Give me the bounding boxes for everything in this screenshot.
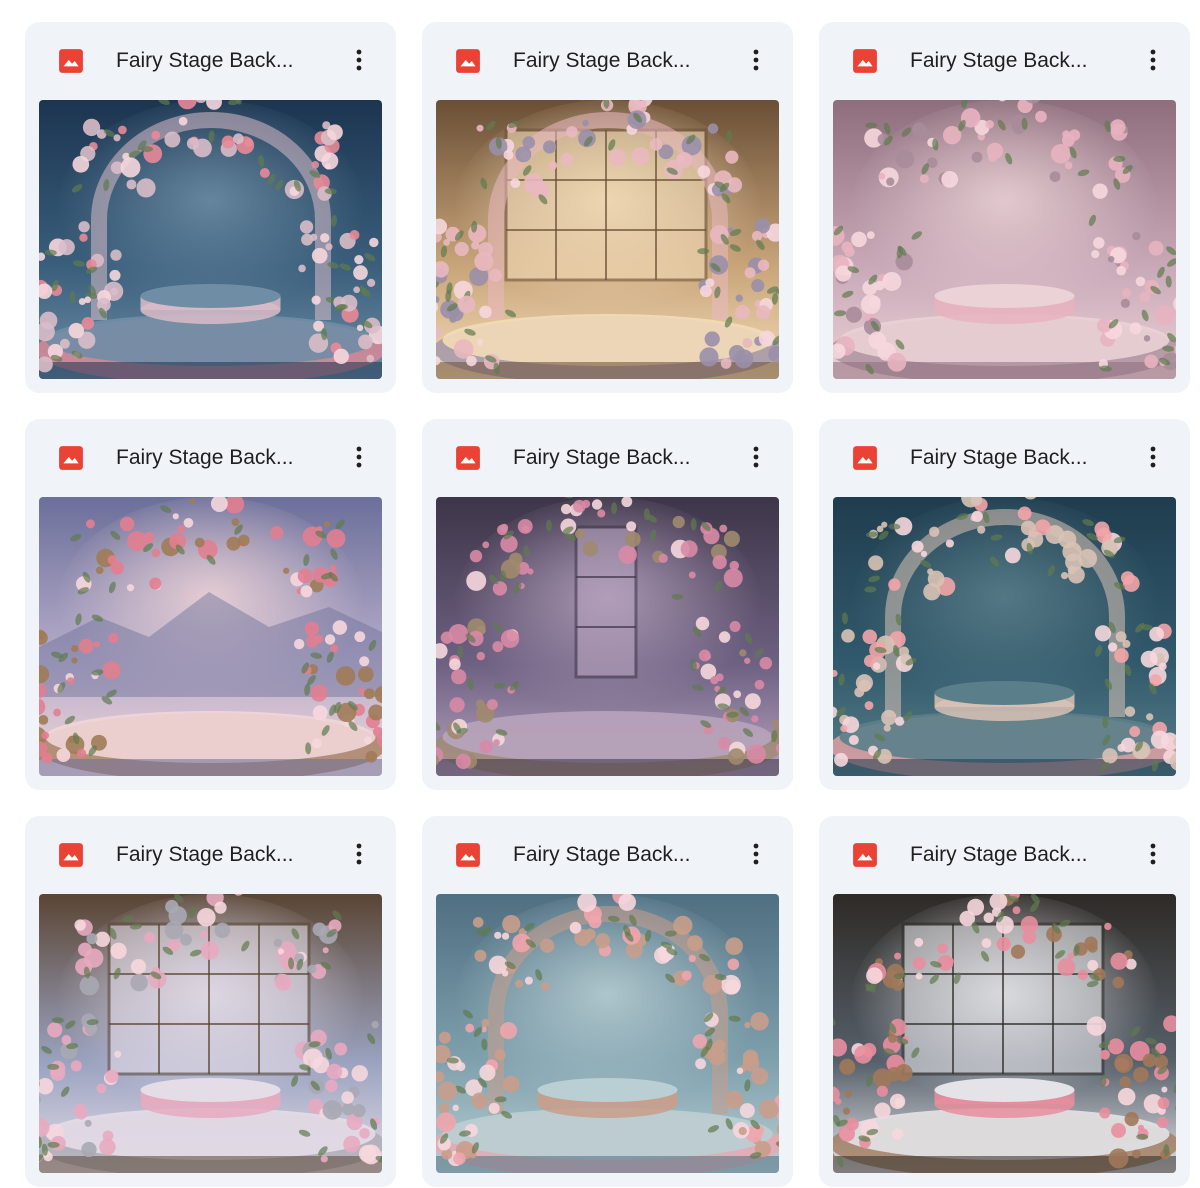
file-name: Fairy Stage Back... [910, 843, 1088, 866]
image-file-icon [58, 445, 84, 471]
more-vert-icon [356, 446, 362, 473]
image-file-icon [58, 842, 84, 868]
file-thumbnail[interactable] [436, 100, 779, 379]
more-vert-icon [753, 49, 759, 76]
file-card[interactable]: Fairy Stage Back... [819, 816, 1190, 1187]
file-card[interactable]: Fairy Stage Back... [422, 22, 793, 393]
file-name: Fairy Stage Back... [513, 49, 691, 72]
thumbnail-image [833, 894, 1176, 1173]
thumbnail-image [833, 497, 1176, 776]
more-vert-icon [356, 843, 362, 870]
image-file-icon [455, 445, 481, 471]
file-card[interactable]: Fairy Stage Back... [25, 816, 396, 1187]
file-thumbnail[interactable] [833, 497, 1176, 776]
file-name: Fairy Stage Back... [116, 446, 294, 469]
file-card-header: Fairy Stage Back... [819, 816, 1190, 894]
more-options-button[interactable] [740, 840, 772, 872]
file-name: Fairy Stage Back... [513, 446, 691, 469]
thumbnail-image [436, 894, 779, 1173]
thumbnail-image [39, 497, 382, 776]
thumbnail-image [39, 894, 382, 1173]
image-file-icon [852, 48, 878, 74]
more-vert-icon [1150, 843, 1156, 870]
more-vert-icon [753, 446, 759, 473]
file-thumbnail[interactable] [436, 894, 779, 1173]
file-card[interactable]: Fairy Stage Back... [25, 22, 396, 393]
image-file-icon [455, 842, 481, 868]
more-vert-icon [753, 843, 759, 870]
thumbnail-image [39, 100, 382, 379]
file-card-header: Fairy Stage Back... [25, 419, 396, 497]
file-card-header: Fairy Stage Back... [25, 22, 396, 100]
thumbnail-image [436, 100, 779, 379]
file-thumbnail[interactable] [39, 894, 382, 1173]
more-vert-icon [356, 49, 362, 76]
image-file-icon [852, 445, 878, 471]
more-options-button[interactable] [1137, 840, 1169, 872]
file-card[interactable]: Fairy Stage Back... [25, 419, 396, 790]
more-vert-icon [1150, 49, 1156, 76]
image-file-icon [852, 842, 878, 868]
file-card[interactable]: Fairy Stage Back... [819, 22, 1190, 393]
file-thumbnail[interactable] [436, 497, 779, 776]
more-options-button[interactable] [343, 46, 375, 78]
file-card-header: Fairy Stage Back... [25, 816, 396, 894]
file-name: Fairy Stage Back... [910, 49, 1088, 72]
more-vert-icon [1150, 446, 1156, 473]
file-name: Fairy Stage Back... [910, 446, 1088, 469]
thumbnail-image [436, 497, 779, 776]
file-thumbnail[interactable] [39, 497, 382, 776]
more-options-button[interactable] [740, 46, 772, 78]
file-card-header: Fairy Stage Back... [422, 419, 793, 497]
file-name: Fairy Stage Back... [116, 49, 294, 72]
file-card-header: Fairy Stage Back... [422, 22, 793, 100]
file-thumbnail[interactable] [39, 100, 382, 379]
more-options-button[interactable] [740, 443, 772, 475]
more-options-button[interactable] [343, 443, 375, 475]
file-card[interactable]: Fairy Stage Back... [422, 816, 793, 1187]
thumbnail-image [833, 100, 1176, 379]
file-thumbnail[interactable] [833, 100, 1176, 379]
file-card[interactable]: Fairy Stage Back... [422, 419, 793, 790]
file-name: Fairy Stage Back... [513, 843, 691, 866]
image-file-icon [58, 48, 84, 74]
image-file-icon [455, 48, 481, 74]
file-thumbnail[interactable] [833, 894, 1176, 1173]
file-card-header: Fairy Stage Back... [819, 419, 1190, 497]
more-options-button[interactable] [1137, 443, 1169, 475]
more-options-button[interactable] [1137, 46, 1169, 78]
file-card[interactable]: Fairy Stage Back... [819, 419, 1190, 790]
file-card-header: Fairy Stage Back... [819, 22, 1190, 100]
file-card-header: Fairy Stage Back... [422, 816, 793, 894]
file-grid: Fairy Stage Back... Fairy Stage Back... Fa… [25, 22, 1190, 1187]
file-name: Fairy Stage Back... [116, 843, 294, 866]
more-options-button[interactable] [343, 840, 375, 872]
